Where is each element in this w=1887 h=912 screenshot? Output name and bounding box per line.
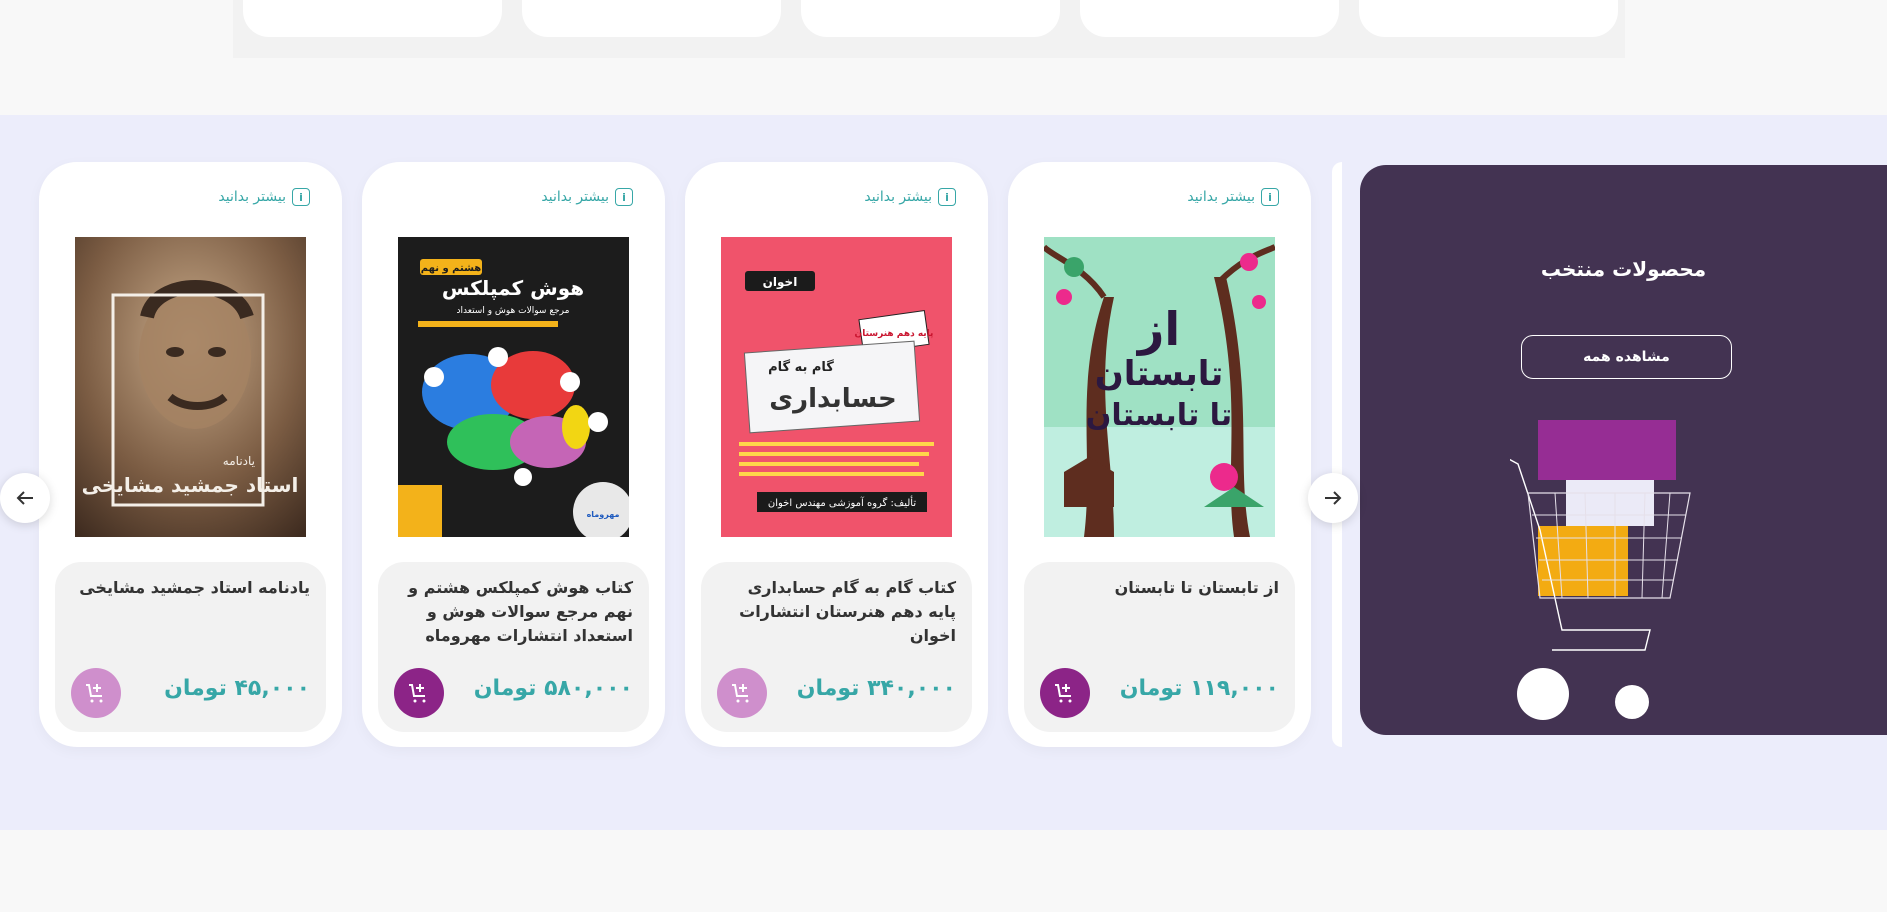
category-card[interactable]	[1080, 0, 1339, 37]
book-cover-image[interactable]: هشتم و نهم هوش کمپلکس مرجع سوالات هوش و …	[398, 237, 629, 537]
product-card[interactable]: i بیشتر بدانید از تابستان تا تابستان از …	[1008, 162, 1311, 747]
add-to-cart-button[interactable]	[717, 668, 767, 718]
add-cart-icon	[1055, 684, 1072, 703]
cover-title: حسابداری	[769, 384, 896, 414]
book-cover-art: هشتم و نهم هوش کمپلکس مرجع سوالات هوش و …	[398, 237, 629, 537]
add-to-cart-button[interactable]	[1040, 668, 1090, 718]
featured-promo-panel: محصولات منتخب مشاهده همه	[1360, 165, 1887, 735]
cover-publisher: مهروماه	[587, 510, 620, 519]
top-category-strip	[233, 0, 1625, 58]
cover-title: استاد جمشید مشایخی	[82, 473, 299, 497]
more-info-link[interactable]: i بیشتر بدانید	[218, 188, 310, 206]
product-price: ۱۱۹,۰۰۰ تومان	[1119, 676, 1279, 701]
more-info-link[interactable]: i بیشتر بدانید	[864, 188, 956, 206]
cover-badge: هشتم و نهم	[421, 263, 481, 274]
featured-title: محصولات منتخب	[1540, 257, 1707, 281]
more-info-label: بیشتر بدانید	[864, 189, 932, 205]
product-info: کتاب گام به گام حسابداری پایه دهم هنرستا…	[701, 562, 972, 732]
cover-label: یادنامه	[223, 454, 255, 468]
category-card[interactable]	[243, 0, 502, 37]
product-name[interactable]: کتاب هوش کمپلکس هشتم و نهم مرجع سوالات ه…	[393, 576, 633, 648]
product-card[interactable]: i بیشتر بدانید اخوان پایه دهم هنرستان گا…	[685, 162, 988, 747]
more-info-label: بیشتر بدانید	[218, 189, 286, 205]
category-card[interactable]	[522, 0, 781, 37]
product-info: یادنامه استاد جمشید مشایخی ۴۵,۰۰۰ تومان	[55, 562, 326, 732]
book-cover-art: اخوان پایه دهم هنرستان گام به گام حسابدا…	[721, 237, 952, 537]
product-info: کتاب هوش کمپلکس هشتم و نهم مرجع سوالات ه…	[378, 562, 649, 732]
cover-subtitle: مرجع سوالات هوش و استعداد	[457, 306, 570, 316]
book-cover-art: یادنامه استاد جمشید مشایخی	[75, 237, 306, 537]
product-name[interactable]: کتاب گام به گام حسابداری پایه دهم هنرستا…	[716, 576, 956, 648]
book-cover-image[interactable]: از تابستان تا تابستان	[1044, 237, 1275, 537]
more-info-link[interactable]: i بیشتر بدانید	[541, 188, 633, 206]
product-name[interactable]: از تابستان تا تابستان	[1039, 576, 1279, 600]
add-cart-icon	[732, 684, 749, 703]
product-price: ۴۵,۰۰۰ تومان	[164, 676, 310, 701]
more-info-label: بیشتر بدانید	[1187, 189, 1255, 205]
add-to-cart-button[interactable]	[71, 668, 121, 718]
product-info: از تابستان تا تابستان ۱۱۹,۰۰۰ تومان	[1024, 562, 1295, 732]
category-card[interactable]	[801, 0, 1060, 37]
cover-subtitle: گام به گام	[768, 359, 834, 375]
book-cover-image[interactable]: یادنامه استاد جمشید مشایخی	[75, 237, 306, 537]
product-price: ۵۸۰,۰۰۰ تومان	[473, 676, 633, 701]
cover-footer: تألیف: گروه آموزشی مهندس اخوان	[768, 495, 916, 509]
info-icon: i	[615, 188, 633, 206]
product-card[interactable]: i بیشتر بدانید یادنامه استاد جمشید مشایخ…	[39, 162, 342, 747]
cover-title: هوش کمپلکس	[442, 276, 584, 301]
carousel-next-button[interactable]	[1308, 473, 1358, 523]
product-name[interactable]: یادنامه استاد جمشید مشایخی	[70, 576, 310, 600]
product-card-peek	[1332, 162, 1342, 747]
book-cover-image[interactable]: اخوان پایه دهم هنرستان گام به گام حسابدا…	[721, 237, 952, 537]
info-icon: i	[1261, 188, 1279, 206]
add-to-cart-button[interactable]	[394, 668, 444, 718]
product-price: ۳۴۰,۰۰۰ تومان	[796, 676, 956, 701]
cover-title-line: تابستان	[1095, 354, 1224, 394]
book-cover-art: از تابستان تا تابستان	[1044, 237, 1275, 537]
cover-title-line: از	[1136, 302, 1180, 356]
arrow-right-icon	[1325, 491, 1342, 505]
product-card[interactable]: i بیشتر بدانید هشتم و نهم هوش کمپلکس مرج…	[362, 162, 665, 747]
shopping-cart-illustration	[1510, 420, 1691, 720]
arrow-left-icon	[16, 491, 33, 505]
more-info-label: بیشتر بدانید	[541, 189, 609, 205]
add-cart-icon	[409, 684, 426, 703]
category-card[interactable]	[1359, 0, 1618, 37]
carousel-prev-button[interactable]	[0, 473, 50, 523]
cover-title-line: تا تابستان	[1086, 398, 1232, 433]
info-icon: i	[938, 188, 956, 206]
more-info-link[interactable]: i بیشتر بدانید	[1187, 188, 1279, 206]
add-cart-icon	[86, 684, 103, 703]
view-all-button[interactable]: مشاهده همه	[1521, 335, 1732, 379]
info-icon: i	[292, 188, 310, 206]
cover-badge: پایه دهم هنرستان	[855, 329, 934, 339]
cover-publisher: اخوان	[763, 275, 798, 290]
